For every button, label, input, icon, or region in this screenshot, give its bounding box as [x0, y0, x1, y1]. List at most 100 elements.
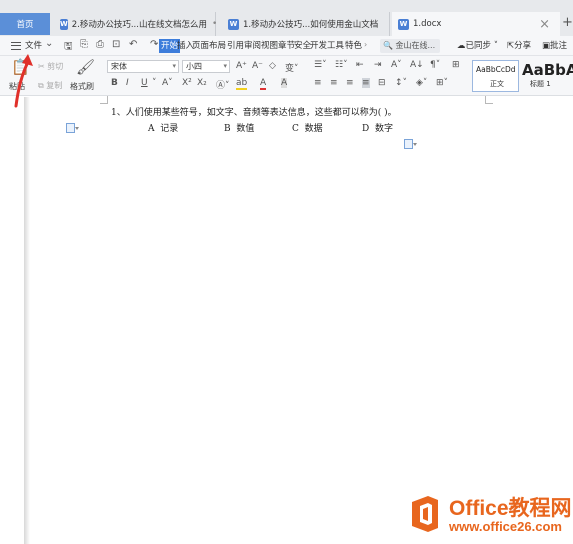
strikethrough-icon[interactable]: A˅ — [162, 78, 173, 88]
tab-doc-1-label: 2.移动办公技巧...山在线文档怎么用 — [71, 20, 207, 30]
underline-button[interactable]: U — [141, 78, 148, 88]
menu-view[interactable]: 视图 — [261, 39, 278, 53]
paragraph-layout-icon[interactable] — [66, 123, 79, 133]
undo-icon[interactable]: ↶ — [129, 39, 137, 50]
option-text: 数字 — [374, 124, 393, 134]
highlight-icon[interactable]: ab — [236, 78, 248, 90]
export-icon[interactable]: ⎘ — [80, 39, 88, 50]
show-marks-icon[interactable]: ¶˅ — [430, 60, 440, 70]
style-normal[interactable]: AaBbCcDd 正文 — [472, 60, 519, 92]
office-logo-icon — [412, 496, 438, 532]
page-left-edge — [24, 97, 30, 544]
align-right-icon[interactable]: ≡ — [346, 78, 354, 88]
comment-button[interactable]: ▣批注 — [542, 39, 567, 53]
phonetic-guide-icon[interactable]: 变˅ — [285, 61, 299, 74]
justify-icon[interactable]: ≡ — [362, 78, 370, 88]
align-center-icon[interactable]: ≡ — [330, 78, 338, 88]
style-heading-1[interactable]: AaBbA 标题 1 — [520, 60, 573, 92]
close-tab-icon[interactable]: × — [539, 17, 550, 32]
print-icon[interactable]: ⎙ — [96, 39, 104, 50]
option-c: C 数据 — [292, 121, 323, 134]
tab-close-dot-icon[interactable]: • — [212, 19, 217, 29]
increase-indent-icon[interactable]: ⇥ — [374, 60, 382, 70]
style-heading-1-label: 标题 1 — [530, 80, 551, 88]
print-preview-icon[interactable]: ⊡ — [112, 39, 120, 50]
border-icon[interactable]: ⊞˅ — [436, 78, 448, 88]
font-size-select[interactable]: 小四 ▾ — [182, 60, 230, 73]
subscript-icon[interactable]: X₂ — [197, 78, 207, 88]
menu-bar: 文件 ⌄ 🖫 ⎘ ⎙ ⊡ ↶ ↷ 开始 插入 页面布局 引用 审阅 视图 章节 … — [0, 36, 573, 56]
option-text: 数值 — [236, 124, 255, 134]
writer-doc-icon: W — [398, 18, 409, 30]
document-canvas[interactable] — [0, 97, 573, 544]
option-d: D 数字 — [362, 121, 393, 134]
grow-font-icon[interactable]: A⁺ — [236, 61, 247, 71]
option-letter: D — [362, 124, 370, 134]
style-normal-label: 正文 — [490, 80, 504, 88]
chevron-down-icon[interactable]: ˅ — [152, 78, 157, 88]
margin-mark-left — [100, 96, 108, 104]
style-normal-sample: AaBbCcDd — [476, 65, 516, 74]
sync-status[interactable]: ☁已同步 ˅ — [457, 39, 498, 53]
menu-references[interactable]: 引用 — [227, 39, 244, 53]
menu-more-icon[interactable]: › — [364, 40, 367, 49]
numbered-list-icon[interactable]: ☷˅ — [335, 60, 348, 70]
text-effect-icon[interactable]: Ⓐ˅ — [216, 78, 230, 91]
option-letter: B — [224, 124, 231, 134]
shading-icon[interactable]: ◈˅ — [416, 78, 427, 88]
font-color-icon[interactable]: A — [260, 78, 267, 90]
tab-doc-2[interactable]: W 1.移动办公技巧...如何使用金山文档 — [222, 12, 390, 36]
menu-security[interactable]: 安全 — [294, 39, 311, 53]
menu-chapter[interactable]: 章节 — [278, 39, 295, 53]
sort-icon[interactable]: A↓ — [410, 60, 424, 70]
new-tab-icon[interactable]: + — [562, 15, 573, 30]
hamburger-menu-icon[interactable] — [11, 42, 21, 50]
font-name-value: 宋体 — [111, 62, 127, 71]
superscript-icon[interactable]: X² — [182, 78, 192, 88]
writer-doc-icon: W — [60, 18, 68, 30]
redo-icon[interactable]: ↷ — [150, 39, 158, 50]
share-button[interactable]: ⇱分享 — [507, 39, 531, 53]
cloud-sync-icon: ☁ — [457, 41, 466, 51]
watermark-title: Office教程网 — [449, 497, 572, 520]
char-shading-icon[interactable]: A — [281, 78, 288, 88]
clear-format-icon[interactable]: ◇ — [269, 61, 276, 71]
bold-button[interactable]: B — [111, 78, 118, 88]
table-icon[interactable]: ⊞ — [452, 60, 460, 70]
line-spacing-icon[interactable]: ↕˅ — [395, 78, 407, 88]
distribute-icon[interactable]: ⊟ — [378, 78, 386, 88]
chinese-layout-icon[interactable]: A˅ — [391, 60, 402, 70]
italic-button[interactable]: I — [126, 78, 129, 88]
tab-doc-1[interactable]: W 2.移动办公技巧...山在线文档怎么用 • — [54, 12, 217, 36]
decrease-indent-icon[interactable]: ⇤ — [356, 60, 364, 70]
option-text: 记录 — [160, 124, 179, 134]
format-painter-icon[interactable]: 🖌 — [76, 58, 95, 76]
option-letter: C — [292, 124, 299, 134]
chevron-down-icon: ▾ — [172, 62, 176, 70]
tab-doc-2-label: 1.移动办公技巧...如何使用金山文档 — [243, 20, 379, 30]
menu-review[interactable]: 审阅 — [244, 39, 261, 53]
chevron-down-icon[interactable]: ⌄ — [45, 38, 53, 49]
menu-page-layout[interactable]: 页面布局 — [192, 39, 226, 53]
watermark: Office教程网 www.office26.com — [405, 490, 573, 544]
tab-home-label: 首页 — [16, 20, 34, 30]
red-arrow-icon — [14, 54, 33, 108]
tab-home[interactable]: 首页 — [0, 13, 50, 35]
comment-icon: ▣ — [542, 41, 551, 51]
format-painter-label[interactable]: 格式刷 — [70, 81, 94, 92]
paste-options-icon[interactable] — [404, 139, 417, 149]
align-left-icon[interactable]: ≡ — [314, 78, 322, 88]
font-name-select[interactable]: 宋体 ▾ — [107, 60, 179, 73]
menu-special[interactable]: 特色 — [345, 39, 362, 53]
tab-doc-3-active[interactable]: W 1.docx × — [392, 12, 560, 36]
tab-strip: 首页 W 2.移动办公技巧...山在线文档怎么用 • W 1.移动办公技巧...… — [0, 0, 573, 36]
shrink-font-icon[interactable]: A⁻ — [252, 61, 263, 71]
search-box[interactable]: 🔍 金山在线... — [380, 39, 440, 53]
bullet-list-icon[interactable]: ☰˅ — [314, 60, 327, 70]
save-icon[interactable]: 🖫 — [64, 39, 73, 56]
option-b: B 数值 — [224, 121, 254, 134]
font-size-value: 小四 — [186, 62, 202, 71]
watermark-url: www.office26.com — [449, 519, 562, 534]
menu-developer[interactable]: 开发工具 — [310, 39, 344, 53]
tab-doc-3-label: 1.docx — [413, 19, 442, 29]
